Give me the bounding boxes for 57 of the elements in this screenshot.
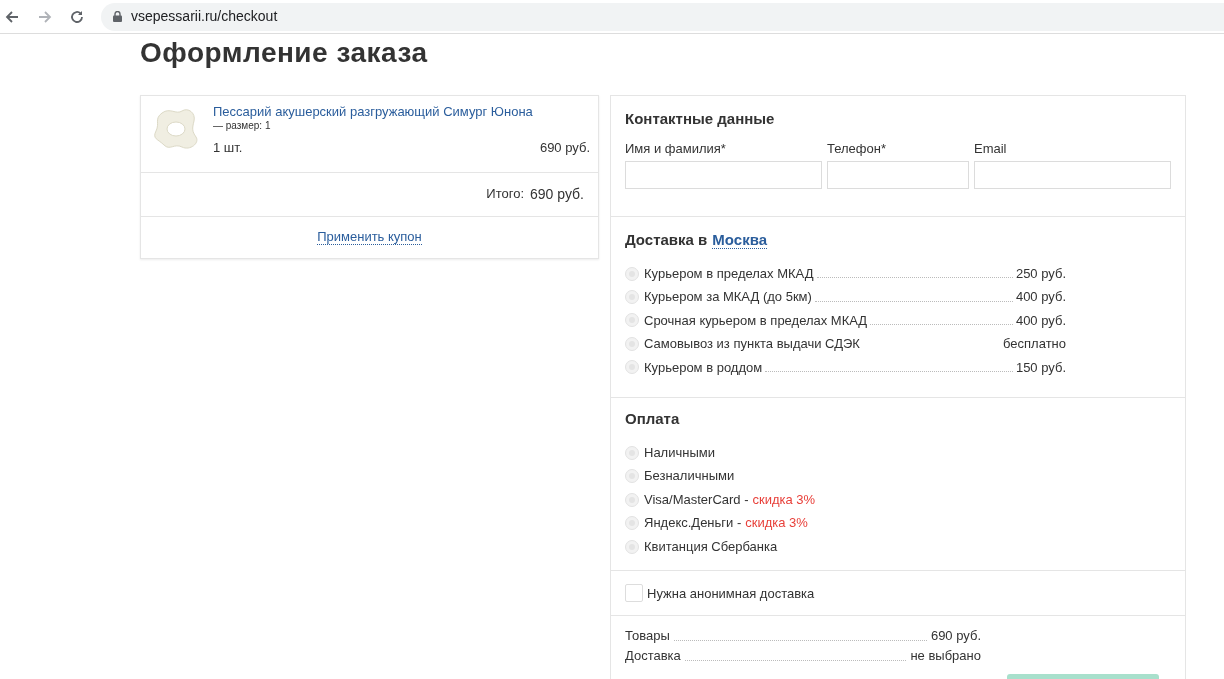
summary-label: Доставка — [625, 648, 681, 665]
payment-option-label: Яндекс.Деньги - — [644, 514, 742, 533]
radio-button[interactable] — [625, 290, 639, 305]
radio-button[interactable] — [625, 539, 639, 554]
forward-icon[interactable] — [37, 8, 53, 25]
delivery-price: 400 руб. — [1015, 311, 1066, 330]
field-label: Email — [974, 141, 1008, 157]
field-label: Телефон* — [827, 141, 887, 157]
address-bar[interactable]: vsepessarii.ru/checkout — [101, 2, 1224, 31]
delivery-price: 400 руб. — [1015, 288, 1066, 307]
city-link[interactable]: Москва — [712, 232, 767, 249]
apply-coupon-link[interactable]: Применить купон — [317, 229, 422, 245]
product-price: 690 руб. — [539, 139, 590, 157]
payment-option-label: Наличными — [644, 443, 715, 462]
delivery-option-label: Срочная курьером в пределах МКАД — [644, 311, 868, 330]
radio-button[interactable] — [625, 313, 639, 328]
summary-value: 690 руб. — [930, 628, 981, 645]
payment-option-label: Безналичными — [644, 467, 735, 486]
reload-icon[interactable] — [69, 8, 85, 25]
discount-label: скидка 3% — [752, 490, 816, 509]
total-value: 690 руб. — [530, 184, 584, 204]
input-field[interactable] — [625, 161, 822, 189]
checkbox-label: Нужна анонимная доставка — [647, 584, 815, 603]
radio-button[interactable] — [625, 445, 639, 460]
delivery-option-label: Курьером за МКАД (до 5км) — [644, 288, 812, 307]
product-option: — размер: 1 — [213, 120, 271, 132]
radio-button[interactable] — [625, 492, 639, 507]
summary-label: Товары — [625, 628, 670, 645]
payment-option-label: Visa/MasterCard - — [644, 490, 749, 509]
delivery-option-label: Курьером в пределах МКАД — [644, 264, 814, 283]
radio-button[interactable] — [625, 336, 639, 351]
radio-button[interactable] — [625, 266, 639, 281]
delivery-price: 150 руб. — [1015, 358, 1066, 377]
url-text: vsepessarii.ru/checkout — [131, 7, 278, 26]
input-field[interactable] — [827, 161, 969, 189]
field-label: Имя и фамилия* — [625, 141, 727, 157]
payment-option-label: Квитанция Сбербанка — [644, 537, 778, 556]
section-heading: Контактные данные — [625, 110, 776, 128]
product-link[interactable]: Пессарий акушерский разгружающий Симург Юнона — [213, 104, 533, 120]
radio-button[interactable] — [625, 360, 639, 375]
input-field[interactable] — [974, 161, 1171, 189]
section-heading: Доставка в — [625, 230, 708, 250]
lock-icon — [113, 11, 122, 22]
checkbox[interactable] — [625, 584, 643, 603]
total-label: Итого: — [486, 185, 525, 204]
radio-button[interactable] — [625, 516, 639, 531]
delivery-price: 250 руб. — [1015, 264, 1066, 283]
radio-button[interactable] — [625, 469, 639, 484]
delivery-option-label: Курьером в роддом — [644, 358, 763, 377]
delivery-option-label: Самовывоз из пункта выдачи СДЭК — [644, 335, 860, 354]
page-title: Оформление заказа — [140, 36, 429, 70]
delivery-price: бесплатно — [1003, 335, 1066, 354]
back-icon[interactable] — [4, 8, 20, 25]
section-heading: Оплата — [625, 409, 681, 428]
discount-label: скидка 3% — [745, 514, 808, 533]
summary-value: не выбрано — [910, 648, 981, 665]
product-quantity: 1 шт. — [213, 139, 243, 157]
